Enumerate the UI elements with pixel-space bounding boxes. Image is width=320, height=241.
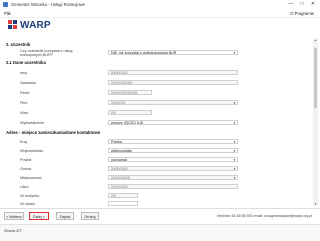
wojewodztwo-select[interactable]: wielkopolskie ▼	[108, 148, 238, 153]
form-content: 2. Uczestnik Czy uczestnik korzystał z u…	[4, 38, 312, 206]
kraj-select[interactable]: Polska ▼	[108, 139, 238, 144]
contact-info: Infolinia: 61 65 65 500 email: uslugiroz…	[217, 214, 312, 218]
chevron-down-icon: ▼	[233, 51, 236, 55]
ulica-field[interactable]: XXXXXXX	[108, 184, 238, 189]
app-icon	[3, 2, 8, 7]
gmina-select[interactable]: XXXXXXX ▼	[108, 166, 238, 171]
nr-budynku-field[interactable]: XX	[108, 193, 138, 198]
plec-label: Płeć	[20, 101, 28, 105]
powiat-label: Powiat	[20, 158, 32, 162]
imie-field[interactable]: XXXXXXX	[108, 70, 238, 75]
kraj-value: Polska	[111, 140, 122, 144]
plec-select[interactable]: XXXXXX ▼	[108, 100, 238, 105]
back-button[interactable]: < Wstecz	[4, 212, 24, 220]
wyksztalcenie-label: Wykształcenie	[20, 121, 45, 125]
scroll-down-icon[interactable]: ▼	[313, 202, 318, 206]
consent-label: Czy uczestnik korzystał z usług rozwojow…	[20, 49, 73, 57]
window-title: Generator Wniosku - Usługi Rozwojowe	[11, 2, 86, 7]
nazwisko-label: Nazwisko	[20, 81, 37, 85]
consent-value: NIE, nie korzystał z dofinansowania BUR	[111, 51, 177, 55]
section-title-adres: Adres - miejsce zamieszkania/dane kontak…	[6, 130, 101, 135]
kraj-label: Kraj	[20, 140, 27, 144]
pesel-field[interactable]: XXXXXXXXXXX	[108, 90, 152, 95]
chevron-down-icon: ▼	[233, 140, 236, 144]
chevron-down-icon: ▼	[233, 158, 236, 162]
miejscowosc-label: Miejscowość	[20, 176, 42, 180]
wojewodztwo-value: wielkopolskie	[111, 149, 133, 153]
maximize-button[interactable]: □	[297, 1, 307, 8]
powiat-select[interactable]: poznański ▼	[108, 157, 238, 162]
chevron-down-icon: ▼	[233, 176, 236, 180]
wyksztalcenie-value: wyższe (ISCED 5-8)	[111, 121, 144, 125]
wiek-field[interactable]: XX	[108, 110, 152, 115]
miejscowosc-value: XXXXXXXX	[111, 176, 131, 180]
gmina-label: Gmina	[20, 167, 32, 171]
miejscowosc-select[interactable]: XXXXXXXX ▼	[108, 175, 238, 180]
menu-item-about[interactable]: O Programie	[290, 11, 314, 16]
powiat-value: poznański	[111, 158, 128, 162]
chevron-down-icon: ▼	[233, 167, 236, 171]
print-button[interactable]: Drukuj	[81, 212, 99, 220]
plec-value: XXXXXX	[111, 101, 126, 105]
nr-budynku-label: Nr budynku	[20, 194, 40, 198]
gmina-value: XXXXXXX	[111, 167, 128, 171]
logo-mark-icon	[8, 20, 17, 29]
page-indicator: Strona 2/7	[4, 229, 22, 233]
menu-bar: Plik O Programie	[0, 10, 320, 18]
nazwisko-field[interactable]: XXXXXXXXX	[108, 80, 238, 85]
menu-item-file[interactable]: Plik	[4, 11, 11, 16]
imie-label: Imię	[20, 71, 28, 75]
ulica-label: Ulica	[20, 185, 29, 189]
wiek-label: Wiek	[20, 111, 29, 115]
chevron-down-icon: ▼	[233, 149, 236, 153]
section-title-dane: 2.1 Dane uczestnika	[6, 60, 46, 65]
consent-select[interactable]: NIE, nie korzystał z dofinansowania BUR …	[108, 50, 238, 55]
scroll-up-icon[interactable]: ▲	[313, 38, 318, 42]
close-button[interactable]: ✕	[308, 1, 318, 8]
scroll-thumb[interactable]	[314, 48, 317, 108]
pesel-label: Pesel	[20, 91, 30, 95]
nr-lokalu-label: Nr lokalu	[20, 202, 35, 206]
status-bar: Strona 2/7	[0, 224, 320, 241]
footer-bar: < Wstecz Dalej > Zapisz Drukuj Infolinia…	[0, 208, 320, 225]
logo-text: WARP	[20, 20, 51, 31]
wyksztalcenie-select[interactable]: wyższe (ISCED 5-8) ▼	[108, 120, 238, 125]
minimize-button[interactable]: —	[286, 1, 296, 8]
nr-lokalu-field[interactable]	[108, 201, 138, 206]
save-button[interactable]: Zapisz	[56, 212, 74, 220]
chevron-down-icon: ▼	[233, 121, 236, 125]
vertical-scrollbar[interactable]: ▲ ▼	[313, 38, 318, 206]
section-title-uczestnik: 2. Uczestnik	[6, 42, 31, 47]
next-button[interactable]: Dalej >	[29, 212, 49, 220]
chevron-down-icon: ▼	[233, 101, 236, 105]
wojewodztwo-label: Województwo	[20, 149, 44, 153]
